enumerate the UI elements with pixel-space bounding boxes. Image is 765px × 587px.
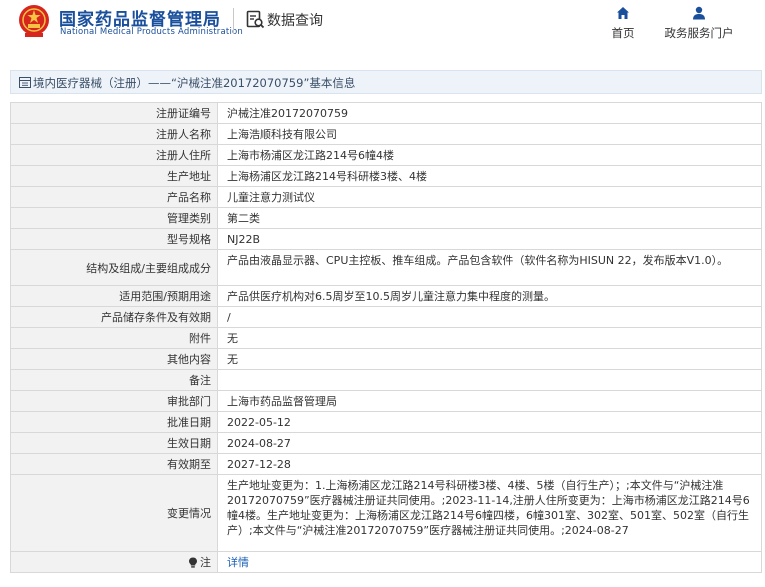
table-row: 备注 — [10, 369, 762, 390]
row-value: 产品由液晶显示器、CPU主控板、推车组成。产品包含软件（软件名称为HISUN 2… — [227, 254, 729, 267]
row-value: 上海市杨浦区龙江路214号6幢4楼 — [227, 148, 394, 162]
data-query-label: 数据查询 — [267, 13, 323, 29]
row-value: 上海市药品监督管理局 — [227, 394, 337, 408]
nav-service-portal-label: 政务服务门户 — [664, 26, 734, 40]
nav-home-label: 首页 — [611, 26, 635, 40]
table-row: 生效日期 2024-08-27 — [10, 432, 762, 453]
nav-home[interactable]: 首页 — [606, 6, 640, 41]
document-list-icon — [19, 77, 31, 88]
table-row: 适用范围/预期用途 产品供医疗机构对6.5周岁至10.5周岁儿童注意力集中程度的… — [10, 285, 762, 306]
row-value: 沪械注准20172070759 — [227, 106, 348, 120]
table-row: 注 详情 — [10, 551, 762, 573]
table-row: 生产地址 上海杨浦区龙江路214号科研楼3楼、4楼 — [10, 165, 762, 186]
row-value: NJ22B — [227, 232, 261, 246]
row-value: 2024-08-27 — [227, 436, 291, 450]
row-label: 产品储存条件及有效期 — [11, 307, 218, 327]
table-row: 结构及组成/主要组成成分 产品由液晶显示器、CPU主控板、推车组成。产品包含软件… — [10, 249, 762, 285]
table-row: 有效期至 2027-12-28 — [10, 453, 762, 474]
row-value: 生产地址变更为：1.上海杨浦区龙江路214号科研楼3楼、4楼、5楼（自行生产）；… — [227, 479, 750, 537]
note-label: 注 — [200, 556, 211, 569]
table-row: 变更情况 生产地址变更为：1.上海杨浦区龙江路214号科研楼3楼、4楼、5楼（自… — [10, 474, 762, 551]
table-row: 批准日期 2022-05-12 — [10, 411, 762, 432]
row-value: 无 — [227, 352, 238, 366]
row-label: 生效日期 — [11, 433, 218, 453]
table-row: 注册人名称 上海浩顺科技有限公司 — [10, 123, 762, 144]
row-value: 2027-12-28 — [227, 457, 291, 471]
national-emblem-icon — [19, 5, 49, 37]
table-row: 产品名称 儿童注意力测试仪 — [10, 186, 762, 207]
row-label: 变更情况 — [11, 475, 218, 551]
row-label: 注册人名称 — [11, 124, 218, 144]
row-label: 适用范围/预期用途 — [11, 286, 218, 306]
details-link[interactable]: 详情 — [227, 555, 249, 570]
row-value: 2022-05-12 — [227, 415, 291, 429]
header-divider — [233, 8, 234, 34]
table-row: 其他内容 无 — [10, 348, 762, 369]
row-label: 附件 — [11, 328, 218, 348]
row-value: 儿童注意力测试仪 — [227, 190, 315, 204]
record-title: 境内医疗器械（注册）——“沪械注准20172070759”基本信息 — [33, 76, 356, 90]
row-label: 审批部门 — [11, 391, 218, 411]
row-value: 详情 — [219, 552, 761, 572]
row-value: 上海浩顺科技有限公司 — [227, 127, 337, 141]
row-label: 生产地址 — [11, 166, 218, 186]
row-label: 批准日期 — [11, 412, 218, 432]
table-row: 审批部门 上海市药品监督管理局 — [10, 390, 762, 411]
nav-service-portal[interactable]: 政务服务门户 — [659, 6, 739, 41]
brand-name-en: National Medical Products Administration — [60, 27, 243, 37]
row-value: 无 — [227, 331, 238, 345]
table-row: 型号规格 NJ22B — [10, 228, 762, 249]
row-value: / — [227, 310, 231, 324]
user-icon — [693, 6, 705, 20]
row-label: 其他内容 — [11, 349, 218, 369]
row-value: 第二类 — [227, 211, 260, 225]
row-label: 结构及组成/主要组成成分 — [11, 250, 218, 285]
row-label: 注册人住所 — [11, 145, 218, 165]
home-icon — [617, 7, 629, 19]
table-row: 产品储存条件及有效期 / — [10, 306, 762, 327]
row-value — [219, 370, 761, 390]
row-label: 注 — [11, 552, 218, 572]
row-label: 产品名称 — [11, 187, 218, 207]
data-query-icon — [246, 10, 265, 29]
table-row: 注册证编号 沪械注准20172070759 — [10, 102, 762, 123]
row-label: 型号规格 — [11, 229, 218, 249]
site-header: 国家药品监督管理局 National Medical Products Admi… — [0, 0, 765, 50]
row-value: 上海杨浦区龙江路214号科研楼3楼、4楼 — [227, 169, 427, 183]
row-label: 有效期至 — [11, 454, 218, 474]
row-label: 管理类别 — [11, 208, 218, 228]
row-label: 备注 — [11, 370, 218, 390]
lightbulb-icon — [189, 557, 197, 568]
table-row: 管理类别 第二类 — [10, 207, 762, 228]
row-label: 注册证编号 — [11, 103, 218, 123]
table-row: 注册人住所 上海市杨浦区龙江路214号6幢4楼 — [10, 144, 762, 165]
table-row: 附件 无 — [10, 327, 762, 348]
record-title-bar: 境内医疗器械（注册）——“沪械注准20172070759”基本信息 — [10, 70, 762, 94]
row-value: 产品供医疗机构对6.5周岁至10.5周岁儿童注意力集中程度的测量。 — [227, 289, 555, 303]
